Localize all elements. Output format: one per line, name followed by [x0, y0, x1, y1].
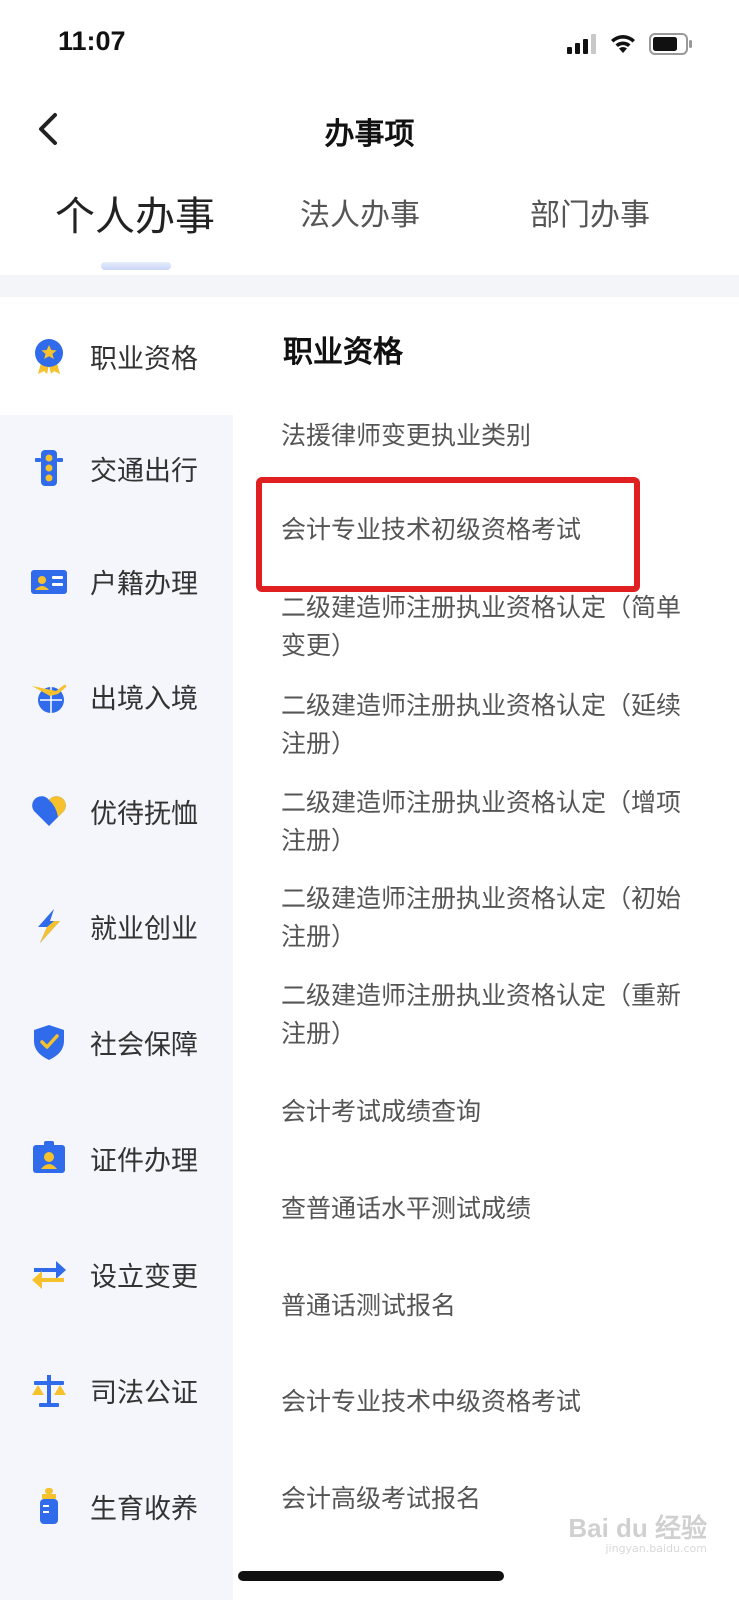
- traffic-light-icon: [30, 449, 68, 487]
- tab-indicator: [101, 262, 171, 270]
- id-card-icon: [30, 562, 68, 600]
- watermark-text: Bai du 经验: [568, 1513, 707, 1543]
- swap-arrows-icon: [30, 1255, 68, 1293]
- sidebar-item-label: 优待抚恤: [90, 798, 198, 830]
- list-item[interactable]: 二级建造师注册执业资格认定（重新注册）: [281, 977, 701, 1053]
- sidebar-item-label: 交通出行: [90, 455, 198, 487]
- sidebar-item-label: 户籍办理: [90, 568, 198, 600]
- wifi-icon: [609, 33, 637, 59]
- heart-icon: [30, 792, 68, 830]
- watermark-url: jingyan.baidu.com: [605, 1542, 707, 1555]
- sidebar-item-label: 社会保障: [90, 1029, 198, 1061]
- sidebar-item-birth-adoption[interactable]: 生育收养: [0, 1447, 233, 1565]
- sidebar-item-household-registration[interactable]: 户籍办理: [0, 522, 233, 640]
- list-item[interactable]: 二级建造师注册执业资格认定（简单变更）: [281, 589, 701, 665]
- status-time: 11:07: [58, 26, 126, 56]
- sidebar-item-label: 职业资格: [90, 343, 198, 375]
- sidebar-item-label: 生育收养: [90, 1493, 198, 1525]
- battery-icon: [649, 33, 693, 59]
- tab-legal-person[interactable]: 法人办事: [300, 190, 420, 234]
- list-item[interactable]: 二级建造师注册执业资格认定（增项注册）: [281, 784, 701, 860]
- sidebar-item-label: 就业创业: [90, 913, 198, 945]
- sidebar-item-label: 司法公证: [90, 1377, 198, 1409]
- sidebar-item-social-security[interactable]: 社会保障: [0, 983, 233, 1101]
- sidebar-item-establishment-change[interactable]: 设立变更: [0, 1215, 233, 1333]
- sidebar-item-employment[interactable]: 就业创业: [0, 867, 233, 985]
- certificate-icon: [30, 1139, 68, 1177]
- section-title: 职业资格: [283, 335, 403, 370]
- sidebar-item-label: 证件办理: [90, 1145, 198, 1177]
- cellular-signal-icon: [567, 34, 597, 58]
- page-title: 办事项: [324, 117, 415, 152]
- sidebar-item-certificates[interactable]: 证件办理: [0, 1099, 233, 1217]
- list-item[interactable]: 法援律师变更执业类别: [281, 417, 701, 455]
- list-item[interactable]: 会计专业技术中级资格考试: [281, 1383, 701, 1421]
- sidebar-item-preferential-care[interactable]: 优待抚恤: [0, 752, 233, 870]
- status-icons: [567, 33, 693, 59]
- airplane-globe-icon: [30, 677, 68, 715]
- home-indicator[interactable]: [238, 1571, 504, 1581]
- nav-bar: 办事项: [0, 95, 739, 165]
- sidebar: 职业资格 交通出行 户籍办理 出境入境 优待抚恤 就业创业 社会保障 证件办理 …: [0, 297, 233, 1600]
- baby-bottle-icon: [30, 1487, 68, 1525]
- sidebar-item-label: 出境入境: [90, 683, 198, 715]
- sidebar-item-exit-entry[interactable]: 出境入境: [0, 637, 233, 755]
- shield-check-icon: [30, 1023, 68, 1061]
- list-item[interactable]: 会计专业技术初级资格考试: [281, 511, 701, 549]
- scales-icon: [30, 1371, 68, 1409]
- list-item[interactable]: 普通话测试报名: [281, 1287, 701, 1325]
- medal-icon: [30, 337, 68, 375]
- service-list: 职业资格 法援律师变更执业类别 会计专业技术初级资格考试 二级建造师注册执业资格…: [233, 297, 739, 1600]
- sidebar-item-professional-qualification[interactable]: 职业资格: [0, 297, 233, 415]
- sidebar-item-judicial-notary[interactable]: 司法公证: [0, 1331, 233, 1449]
- list-item[interactable]: 二级建造师注册执业资格认定（延续注册）: [281, 687, 701, 763]
- baidu-watermark: Bai du 经验 jingyan.baidu.com: [568, 1508, 707, 1555]
- status-bar: 11:07: [0, 0, 739, 90]
- list-item[interactable]: 查普通话水平测试成绩: [281, 1190, 701, 1228]
- tab-department[interactable]: 部门办事: [530, 190, 650, 234]
- list-item[interactable]: 会计考试成绩查询: [281, 1093, 701, 1131]
- category-tabs: 个人办事 法人办事 部门办事: [0, 190, 739, 270]
- sidebar-item-label: 设立变更: [90, 1261, 198, 1293]
- divider: [0, 275, 739, 297]
- lightning-icon: [30, 907, 68, 945]
- sidebar-item-transport[interactable]: 交通出行: [0, 409, 233, 527]
- list-item[interactable]: 二级建造师注册执业资格认定（初始注册）: [281, 880, 701, 956]
- tab-personal[interactable]: 个人办事: [55, 184, 215, 242]
